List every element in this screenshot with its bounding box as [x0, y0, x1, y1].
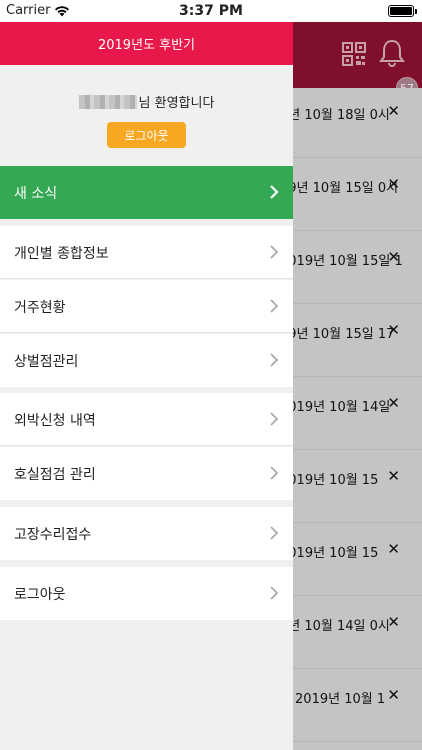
- notice-date: 2019년 10월 15일 1: [280, 254, 403, 269]
- close-icon[interactable]: ✕: [387, 175, 400, 193]
- menu-item-residence-status[interactable]: 거주현황: [0, 280, 293, 333]
- menu-item-logout[interactable]: 로그아웃: [0, 567, 293, 620]
- menu-item-merit-points[interactable]: 상벌점관리: [0, 334, 293, 387]
- menu-item-label: 상벌점관리: [14, 353, 79, 370]
- chevron-right-icon: [270, 526, 279, 540]
- menu-item-overnight-requests[interactable]: 외박신청 내역: [0, 393, 293, 446]
- chevron-right-icon: [270, 299, 279, 313]
- notice-date: 19년 10월 15일 0시: [280, 181, 399, 196]
- menu-item-label: 새 소식: [14, 185, 58, 202]
- user-name-redacted: [78, 94, 137, 109]
- navigation-drawer: 2019년도 후반기 님 환영합니다 로그아웃 새 소식 개인별 종합정보 거주…: [0, 22, 293, 750]
- notice-date: ~ 2019년 10월 1: [280, 692, 386, 707]
- qr-code-icon[interactable]: [342, 42, 366, 66]
- semester-title: 2019년도 후반기: [97, 38, 196, 53]
- notice-date: 9년 10월 18일 0시: [280, 108, 390, 123]
- logout-button[interactable]: 로그아웃: [107, 122, 186, 148]
- close-icon[interactable]: ✕: [387, 394, 400, 412]
- close-icon[interactable]: ✕: [387, 540, 400, 558]
- menu-item-label: 로그아웃: [14, 586, 66, 603]
- chevron-right-icon: [270, 245, 279, 259]
- menu-item-label: 개인별 종합정보: [14, 245, 109, 262]
- notice-date: 2019년 10월 14일: [280, 400, 391, 415]
- menu-item-label: 거주현황: [14, 299, 66, 316]
- bell-icon[interactable]: [378, 38, 406, 68]
- menu-item-personal-info[interactable]: 개인별 종합정보: [0, 226, 293, 279]
- close-icon[interactable]: ✕: [387, 613, 400, 631]
- close-icon[interactable]: ✕: [387, 467, 400, 485]
- close-icon[interactable]: ✕: [387, 102, 400, 120]
- menu-item-label: 외박신청 내역: [14, 412, 96, 429]
- notice-date: 2019년 10월 15: [280, 473, 379, 488]
- chevron-right-icon: [270, 466, 279, 480]
- welcome-text: 님 환영합니다: [138, 96, 215, 111]
- menu-item-repair-request[interactable]: 고장수리접수: [0, 507, 293, 560]
- close-icon[interactable]: ✕: [387, 248, 400, 266]
- notice-date: 9년 10월 14일 0시: [280, 619, 390, 634]
- notice-date: 2019년 10월 15: [280, 546, 379, 561]
- chevron-right-icon: [270, 412, 279, 426]
- close-icon[interactable]: ✕: [387, 321, 400, 339]
- battery-icon: [388, 5, 417, 17]
- close-icon[interactable]: ✕: [387, 686, 400, 704]
- user-profile-section: 님 환영합니다 로그아웃: [0, 65, 293, 166]
- menu-item-label: 호실점검 관리: [14, 466, 96, 483]
- chevron-right-icon: [270, 586, 279, 600]
- chevron-right-icon: [270, 353, 279, 367]
- menu-item-news[interactable]: 새 소식: [0, 166, 293, 219]
- chevron-right-icon: [270, 185, 279, 199]
- status-bar: Carrier 3:37 PM: [0, 0, 422, 22]
- welcome-message: 님 환영합니다: [0, 92, 293, 111]
- notice-date: 19년 10월 15일 17: [280, 327, 395, 342]
- menu-item-room-inspection[interactable]: 호실점검 관리: [0, 447, 293, 500]
- drawer-header: 2019년도 후반기: [0, 22, 293, 65]
- status-time: 3:37 PM: [179, 3, 243, 19]
- menu-item-label: 고장수리접수: [14, 526, 92, 543]
